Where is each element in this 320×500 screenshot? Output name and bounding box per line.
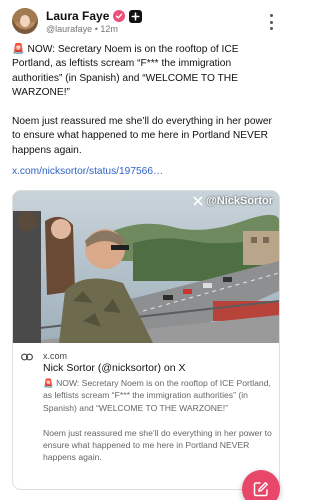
link-preview-card[interactable]: @NickSortor x.com Nick Sortor (@nicksort… xyxy=(12,190,280,490)
post-paragraph-2: Noem just reassured me she’ll do everyth… xyxy=(12,116,272,156)
card-domain: x.com xyxy=(43,351,68,361)
handle[interactable]: @laurafaye xyxy=(46,24,92,34)
watermark: @NickSortor xyxy=(193,195,273,207)
card-title[interactable]: Nick Sortor (@nicksortor) on X xyxy=(43,362,186,374)
link-icon xyxy=(21,353,33,361)
x-logo-icon xyxy=(193,196,203,206)
display-name[interactable]: Laura Faye xyxy=(46,9,109,23)
verified-badge-icon xyxy=(113,10,126,22)
card-desc-paragraph-1: 🚨 NOW: Secretary Noem is on the rooftop … xyxy=(43,378,271,413)
post-paragraph-1: 🚨 NOW: Secretary Noem is on the rooftop … xyxy=(12,44,239,99)
handle-row: @laurafaye • 12m xyxy=(46,24,118,34)
card-desc-paragraph-2: Noem just reassured me she’ll do everyth… xyxy=(43,427,272,463)
avatar[interactable] xyxy=(12,8,38,34)
compose-icon xyxy=(253,482,268,497)
post-text: 🚨 NOW: Secretary Noem is on the rooftop … xyxy=(12,43,278,173)
watermark-text: @NickSortor xyxy=(206,195,273,207)
post-link[interactable]: x.com/nicksortor/status/197566… xyxy=(12,166,163,177)
compose-button[interactable] xyxy=(242,470,280,500)
separator: • xyxy=(94,24,98,34)
card-description: 🚨 NOW: Secretary Noem is on the rooftop … xyxy=(43,377,273,476)
timestamp: 12m xyxy=(100,24,118,34)
preview-image: @NickSortor xyxy=(13,191,279,343)
post-header: Laura Faye @laurafaye • 12m xyxy=(0,6,290,40)
more-vert-icon[interactable] xyxy=(266,14,276,30)
plus-badge-icon xyxy=(129,9,143,23)
author-name-row: Laura Faye xyxy=(46,9,143,23)
post-page: Laura Faye @laurafaye • 12m 🚨 NOW: Secre… xyxy=(0,0,290,500)
